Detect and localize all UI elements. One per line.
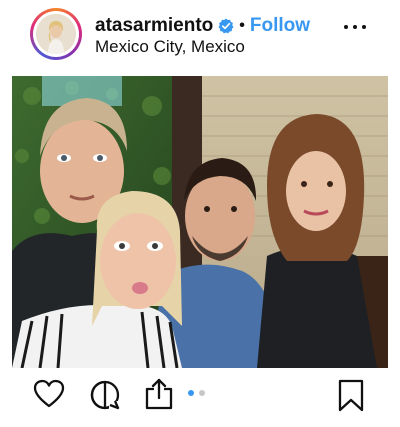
separator-dot: •	[239, 17, 245, 34]
more-options-icon[interactable]	[344, 22, 366, 32]
username[interactable]: atasarmiento	[95, 15, 213, 37]
post-image[interactable]	[12, 76, 388, 368]
avatar-photo	[36, 14, 76, 54]
post-header: atasarmiento • Follow Mexico City, Mexic…	[0, 0, 400, 70]
bookmark-icon[interactable]	[338, 379, 364, 418]
carousel-dot	[199, 390, 205, 396]
heart-icon[interactable]	[33, 379, 65, 414]
location-link[interactable]: Mexico City, Mexico	[95, 37, 245, 57]
follow-button[interactable]: Follow	[250, 15, 310, 37]
avatar[interactable]	[30, 8, 82, 60]
carousel-indicator	[188, 389, 212, 397]
carousel-dot-active	[188, 390, 194, 396]
verified-badge-icon	[218, 18, 234, 34]
group-selfie-photo	[12, 76, 388, 368]
action-bar	[0, 374, 400, 424]
share-icon[interactable]	[143, 377, 175, 416]
comment-icon[interactable]	[89, 379, 121, 416]
